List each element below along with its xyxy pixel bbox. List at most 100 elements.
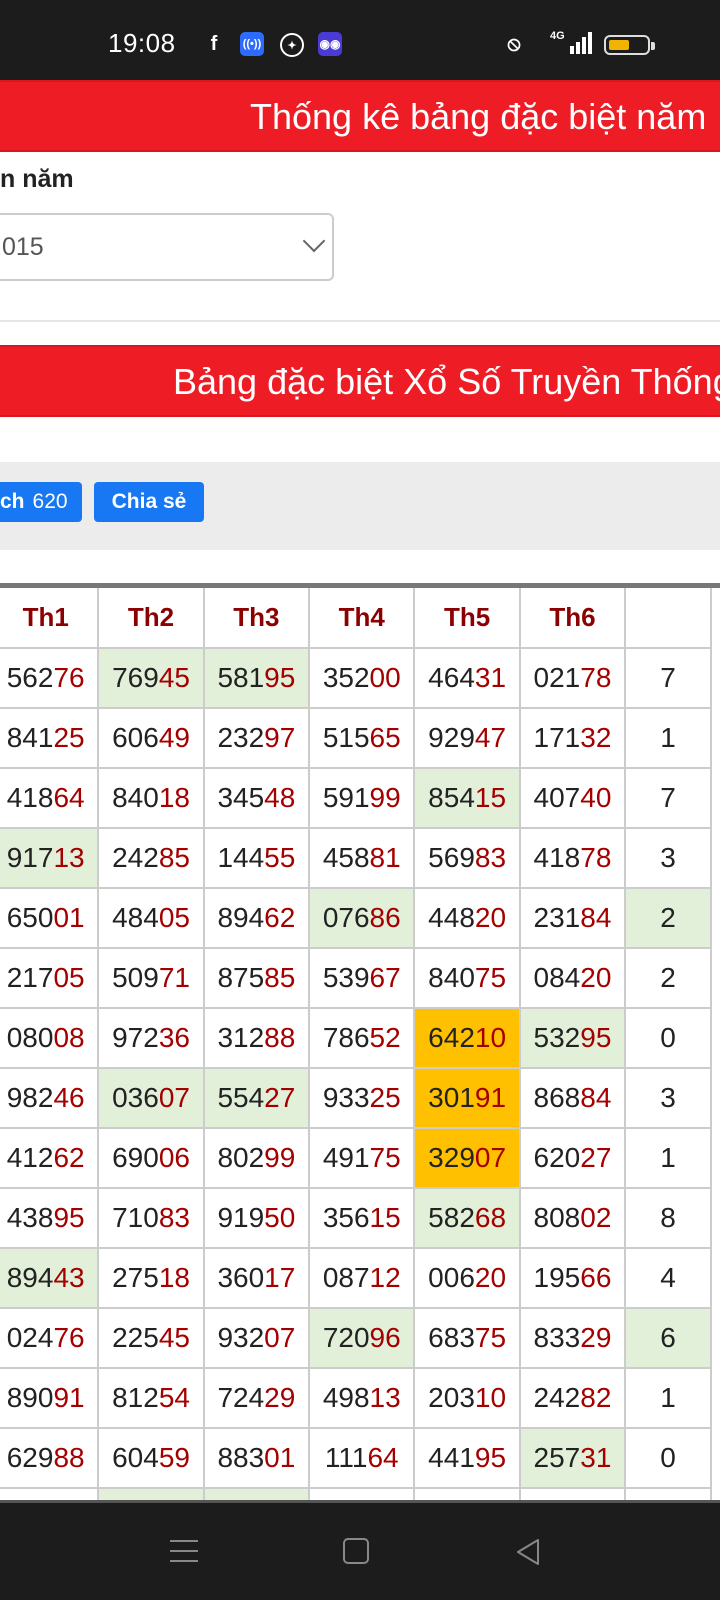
facebook-icon: f bbox=[210, 32, 218, 55]
result-head-digits: 841 bbox=[6, 722, 54, 753]
result-tail-digits: 06 bbox=[158, 1142, 190, 1173]
result-head-digits: 620 bbox=[533, 1142, 581, 1173]
back-icon[interactable] bbox=[514, 1537, 544, 1567]
result-tail-digits: 65 bbox=[369, 722, 401, 753]
result-cell: 62027 bbox=[518, 1127, 627, 1189]
result-cell: 55427 bbox=[202, 1067, 311, 1129]
result-cell: 68375 bbox=[413, 1307, 521, 1369]
result-cell: 7 bbox=[624, 647, 712, 709]
result-head-digits: 532 bbox=[533, 1022, 581, 1053]
result-cell: 1 bbox=[624, 707, 712, 769]
signal-4g-icon bbox=[570, 32, 592, 54]
result-tail-digits: 07 bbox=[158, 1082, 190, 1113]
status-bar: 19:08 f ((•)) ✦ ◉◉ ⦸ 4G bbox=[0, 0, 720, 80]
result-tail-digits: 99 bbox=[264, 1142, 296, 1173]
result-tail-digits: 76 bbox=[53, 1322, 85, 1353]
result-head-digits: 171 bbox=[533, 722, 581, 753]
result-tail-digits: 64 bbox=[53, 782, 85, 813]
result-head-digits: 854 bbox=[428, 782, 475, 813]
share-bar: ch 620 Chia sẻ bbox=[0, 462, 720, 550]
result-head-digits: 868 bbox=[533, 1082, 581, 1113]
result-tail-digits: 84 bbox=[580, 902, 612, 933]
result-head-digits: 329 bbox=[428, 1142, 475, 1173]
menu-icon[interactable] bbox=[170, 1538, 198, 1564]
result-head-digits: 683 bbox=[428, 1322, 475, 1353]
result-tail-digits: 95 bbox=[264, 662, 296, 693]
result-cell: 83329 bbox=[518, 1307, 627, 1369]
table-header-row: Th1 Th2 Th3 Th4 Th5 Th6 bbox=[0, 588, 712, 649]
result-tail-digits: 46 bbox=[53, 1082, 85, 1113]
result-cell: 1 bbox=[624, 1367, 712, 1429]
year-select[interactable]: 015 bbox=[0, 213, 334, 281]
result-cell: 58268 bbox=[413, 1187, 521, 1249]
result-tail-digits: 55 bbox=[264, 842, 296, 873]
results-table: Th1 Th2 Th3 Th4 Th5 Th6 56276 76945 58195 35200 4… bbox=[0, 588, 712, 1505]
result-tail-digits: 67 bbox=[369, 962, 401, 993]
column-header bbox=[624, 588, 712, 649]
column-header: Th4 bbox=[308, 588, 416, 649]
share-button[interactable]: Chia sẻ bbox=[94, 482, 204, 522]
result-head-digits: 833 bbox=[533, 1322, 581, 1353]
result-head-digits: 894 bbox=[217, 902, 265, 933]
table-row: 98246 03607 55427 93325 30191 86884 3 bbox=[0, 1067, 712, 1129]
result-head-digits: 629 bbox=[6, 1442, 54, 1473]
result-tail-digits: 83 bbox=[158, 1202, 190, 1233]
result-cell: 78652 bbox=[308, 1007, 416, 1069]
result-cell: 44195 bbox=[413, 1427, 521, 1489]
result-cell: 3 bbox=[624, 827, 712, 889]
result-tail-digits: 31 bbox=[580, 1442, 612, 1473]
result-cell: 0 bbox=[624, 1427, 712, 1489]
result-tail-digits: 43 bbox=[53, 1262, 85, 1293]
home-icon[interactable] bbox=[343, 1538, 369, 1564]
result-tail-digits: 10 bbox=[474, 1022, 507, 1053]
result-cell: 81254 bbox=[97, 1367, 205, 1429]
result-head-digits: 972 bbox=[112, 1022, 159, 1053]
result-head-digits: 036 bbox=[112, 1082, 159, 1113]
results-table-container[interactable]: Th1 Th2 Th3 Th4 Th5 Th6 56276 76945 58195 35200 4… bbox=[0, 583, 720, 1505]
result-head-digits: 591 bbox=[322, 782, 370, 813]
result-cell: 08420 bbox=[518, 947, 627, 1009]
result-cell: 6 bbox=[624, 1307, 712, 1369]
result-tail-digits: 85 bbox=[264, 962, 296, 993]
table-row: 41864 84018 34548 59199 85415 40740 7 bbox=[0, 767, 712, 829]
result-head-digits: 232 bbox=[217, 722, 265, 753]
divider bbox=[0, 320, 720, 322]
result-tail-digits: 62 bbox=[264, 902, 296, 933]
result-cell: 72096 bbox=[308, 1307, 416, 1369]
result-head-digits: 581 bbox=[217, 662, 265, 693]
result-head-digits: 724 bbox=[217, 1382, 265, 1413]
result-tail-digits: 91 bbox=[474, 1082, 507, 1113]
result-head-digits: 3 bbox=[660, 842, 676, 873]
navigation-bar bbox=[0, 1500, 720, 1600]
table-row: 91713 24285 14455 45881 56983 41878 3 bbox=[0, 827, 712, 889]
result-cell: 17132 bbox=[518, 707, 627, 769]
result-tail-digits: 18 bbox=[158, 782, 190, 813]
result-cell: 41262 bbox=[0, 1127, 100, 1189]
result-head-digits: 0 bbox=[660, 1022, 676, 1053]
result-tail-digits: 27 bbox=[264, 1082, 296, 1113]
result-cell: 24282 bbox=[518, 1367, 627, 1429]
result-head-digits: 441 bbox=[428, 1442, 475, 1473]
result-head-digits: 982 bbox=[6, 1082, 54, 1113]
result-head-digits: 242 bbox=[533, 1382, 581, 1413]
stats-banner-title: Thống kê bảng đặc biệt năm bbox=[250, 96, 707, 137]
result-cell: 86884 bbox=[518, 1067, 627, 1129]
result-cell: 80802 bbox=[518, 1187, 627, 1249]
result-cell: 08008 bbox=[0, 1007, 100, 1069]
result-cell: 44820 bbox=[413, 887, 521, 949]
table-row: 84125 60649 23297 51565 92947 17132 1 bbox=[0, 707, 712, 769]
result-cell: 24285 bbox=[97, 827, 205, 889]
result-cell: 88301 bbox=[202, 1427, 311, 1489]
result-cell: 59199 bbox=[308, 767, 416, 829]
result-head-digits: 515 bbox=[322, 722, 370, 753]
battery-icon bbox=[604, 35, 655, 55]
result-tail-digits: 45 bbox=[158, 1322, 190, 1353]
like-button[interactable]: ch 620 bbox=[0, 482, 82, 522]
result-cell: 14455 bbox=[202, 827, 311, 889]
result-tail-digits: 27 bbox=[580, 1142, 612, 1173]
table-row: 08008 97236 31288 78652 64210 53295 0 bbox=[0, 1007, 712, 1069]
result-tail-digits: 78 bbox=[580, 662, 612, 693]
result-cell: 43895 bbox=[0, 1187, 100, 1249]
result-cell: 7 bbox=[624, 767, 712, 829]
result-head-digits: 929 bbox=[428, 722, 475, 753]
